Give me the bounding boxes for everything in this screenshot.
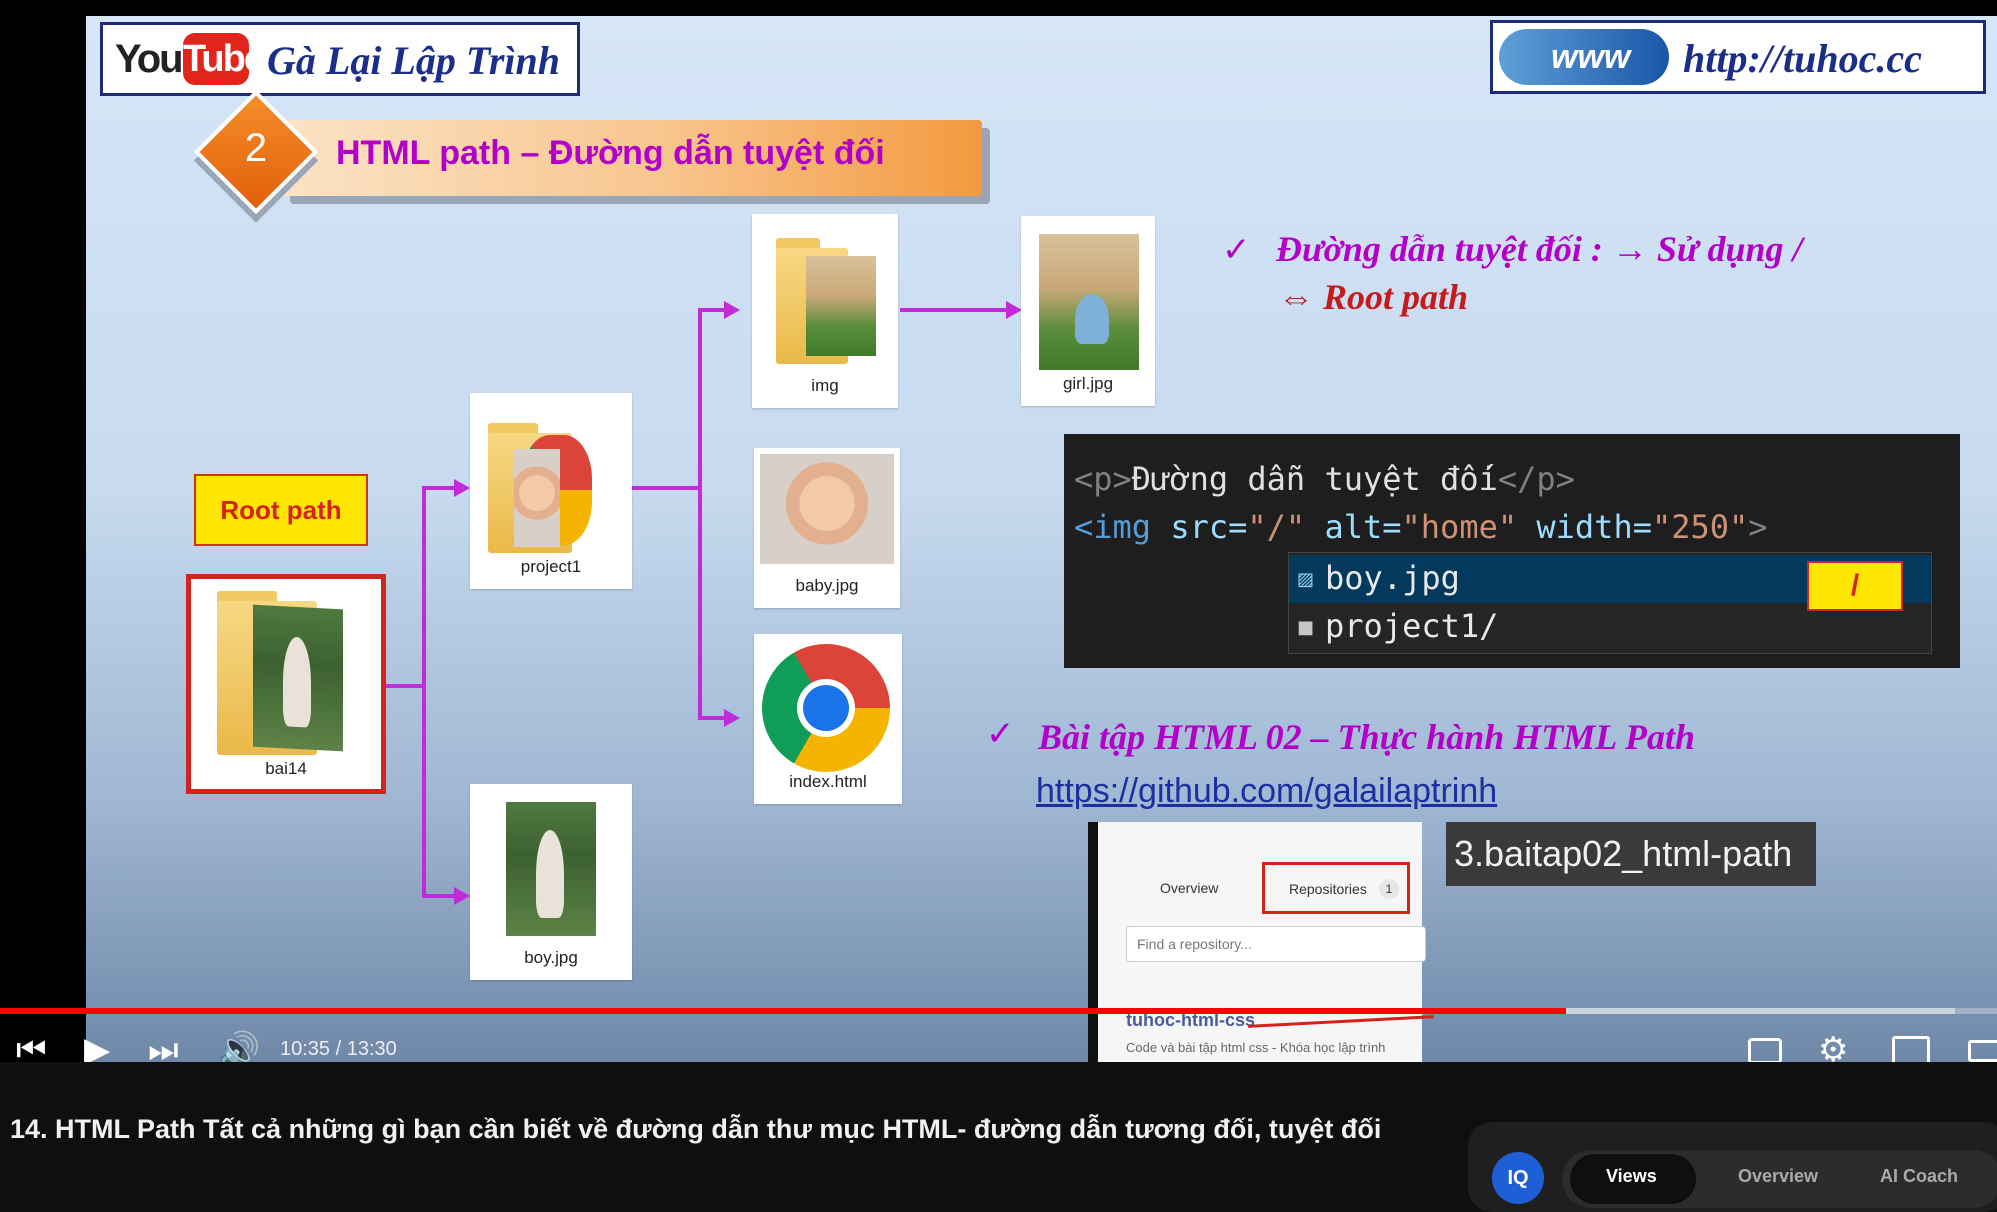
autocomplete-dropdown: ▨ boy.jpg / ■ project1/ — [1288, 552, 1932, 654]
connector — [632, 486, 702, 490]
github-tab-overview: Overview — [1160, 880, 1219, 896]
globe-icon: www — [1499, 29, 1669, 85]
site-url: http://tuhoc.cc — [1683, 36, 1922, 81]
check-icon: ✓ — [986, 714, 1015, 754]
baby-photo — [514, 449, 560, 547]
file-label: baby.jpg — [795, 576, 859, 595]
arrow-icon — [724, 709, 740, 727]
video-player[interactable]: You Tube Gà Lại Lập Trình www http://tuh… — [0, 0, 1997, 1062]
file-girl-jpg: girl.jpg — [1021, 216, 1155, 406]
folder-bai14: bai14 — [186, 574, 386, 794]
suggestion-item: ■ project1/ — [1297, 607, 1499, 645]
connector — [422, 486, 426, 898]
connector — [386, 684, 426, 688]
folder-icon: ■ — [1297, 617, 1315, 638]
tab-views[interactable]: Views — [1606, 1166, 1657, 1187]
arrow-icon — [454, 479, 470, 497]
play-icon[interactable]: ▶ — [84, 1030, 110, 1062]
time-display: 10:35 / 13:30 — [280, 1038, 397, 1060]
connector — [422, 486, 458, 490]
previous-icon[interactable]: ⏮ — [16, 1030, 47, 1062]
tab-ai-coach[interactable]: AI Coach — [1880, 1166, 1958, 1187]
arrow-icon — [1006, 301, 1022, 319]
arrow-icon — [724, 301, 740, 319]
progress-played — [0, 1008, 1566, 1014]
code-line-2: <img src="/" alt="home" width="250"> — [1074, 508, 1768, 546]
subtitles-icon[interactable] — [1748, 1038, 1782, 1062]
pointer-arrow — [1248, 1015, 1434, 1028]
theater-icon[interactable] — [1968, 1040, 1997, 1062]
volume-icon[interactable]: 🔊 — [218, 1030, 260, 1062]
connector — [698, 308, 702, 720]
repo-count-badge: 1 — [1379, 879, 1399, 899]
baby-photo — [760, 454, 894, 564]
exercise-title: Bài tập HTML 02 – Thực hành HTML Path — [1038, 717, 1695, 757]
file-label: project1 — [520, 557, 582, 576]
iq-badge-icon[interactable]: IQ — [1492, 1152, 1544, 1204]
tab-overview[interactable]: Overview — [1738, 1166, 1818, 1187]
miniplayer-icon[interactable] — [1892, 1036, 1930, 1062]
boy-photo — [253, 604, 343, 752]
channel-name: Gà Lại Lập Trình — [267, 38, 560, 83]
code-editor: <p>Đường dẫn tuyệt đối</p> <img src="/" … — [1064, 434, 1960, 668]
next-icon[interactable]: ⏭ — [148, 1030, 179, 1062]
github-screenshot: Overview Repositories 1 Find a repositor… — [1088, 822, 1434, 1062]
connector — [900, 308, 1010, 312]
absolute-path-note: Đường dẫn tuyệt đối : → Sử dụng / — [1276, 229, 1803, 269]
girl-photo — [1039, 234, 1139, 370]
github-repo-description: Code và bài tập html css - Khóa học lập … — [1126, 1040, 1386, 1055]
settings-icon[interactable]: ⚙ — [1818, 1030, 1848, 1062]
code-line-1: <p>Đường dẫn tuyệt đối</p> — [1074, 460, 1575, 498]
section-number: 2 — [244, 126, 268, 170]
youtube-logo-you: You — [115, 37, 184, 81]
boy-photo — [506, 802, 596, 936]
youtube-logo-tube: Tube — [183, 33, 265, 85]
file-baby-jpg: baby.jpg — [754, 448, 900, 608]
video-title: 14. HTML Path Tất cả những gì bạn cần bi… — [10, 1114, 1382, 1144]
file-label: img — [811, 376, 839, 395]
file-label: boy.jpg — [524, 948, 578, 967]
check-icon: ✓ — [1222, 230, 1251, 270]
github-tab-repositories: Repositories 1 — [1262, 862, 1410, 914]
suggestion-item: ▨ boy.jpg / — [1289, 555, 1931, 611]
section-title: HTML path – Đường dẫn tuyệt đối — [336, 134, 885, 172]
root-path-note: ⇔ Root path — [1278, 277, 1469, 317]
file-index-html: index.html — [754, 634, 902, 804]
github-find-input: Find a repository... — [1126, 926, 1426, 962]
file-label: bai14 — [265, 759, 307, 778]
github-link: https://github.com/galailaptrinh — [1036, 772, 1498, 810]
girl-photo — [806, 256, 876, 356]
connector — [422, 894, 458, 898]
arrow-icon — [454, 887, 470, 905]
channel-logo: You Tube Gà Lại Lập Trình — [100, 22, 580, 96]
file-label: girl.jpg — [1062, 374, 1114, 393]
site-logo: www http://tuhoc.cc — [1490, 20, 1986, 94]
repo-folder-name: 3.baitap02_html-path — [1446, 822, 1816, 886]
file-label: index.html — [789, 772, 867, 791]
image-file-icon: ▨ — [1297, 569, 1315, 590]
root-path-label: Root path — [194, 474, 368, 546]
folder-img: img — [752, 214, 898, 408]
folder-project1: project1 — [470, 393, 632, 589]
video-frame: You Tube Gà Lại Lập Trình www http://tuh… — [86, 16, 1997, 1062]
file-boy-jpg: boy.jpg — [470, 784, 632, 980]
